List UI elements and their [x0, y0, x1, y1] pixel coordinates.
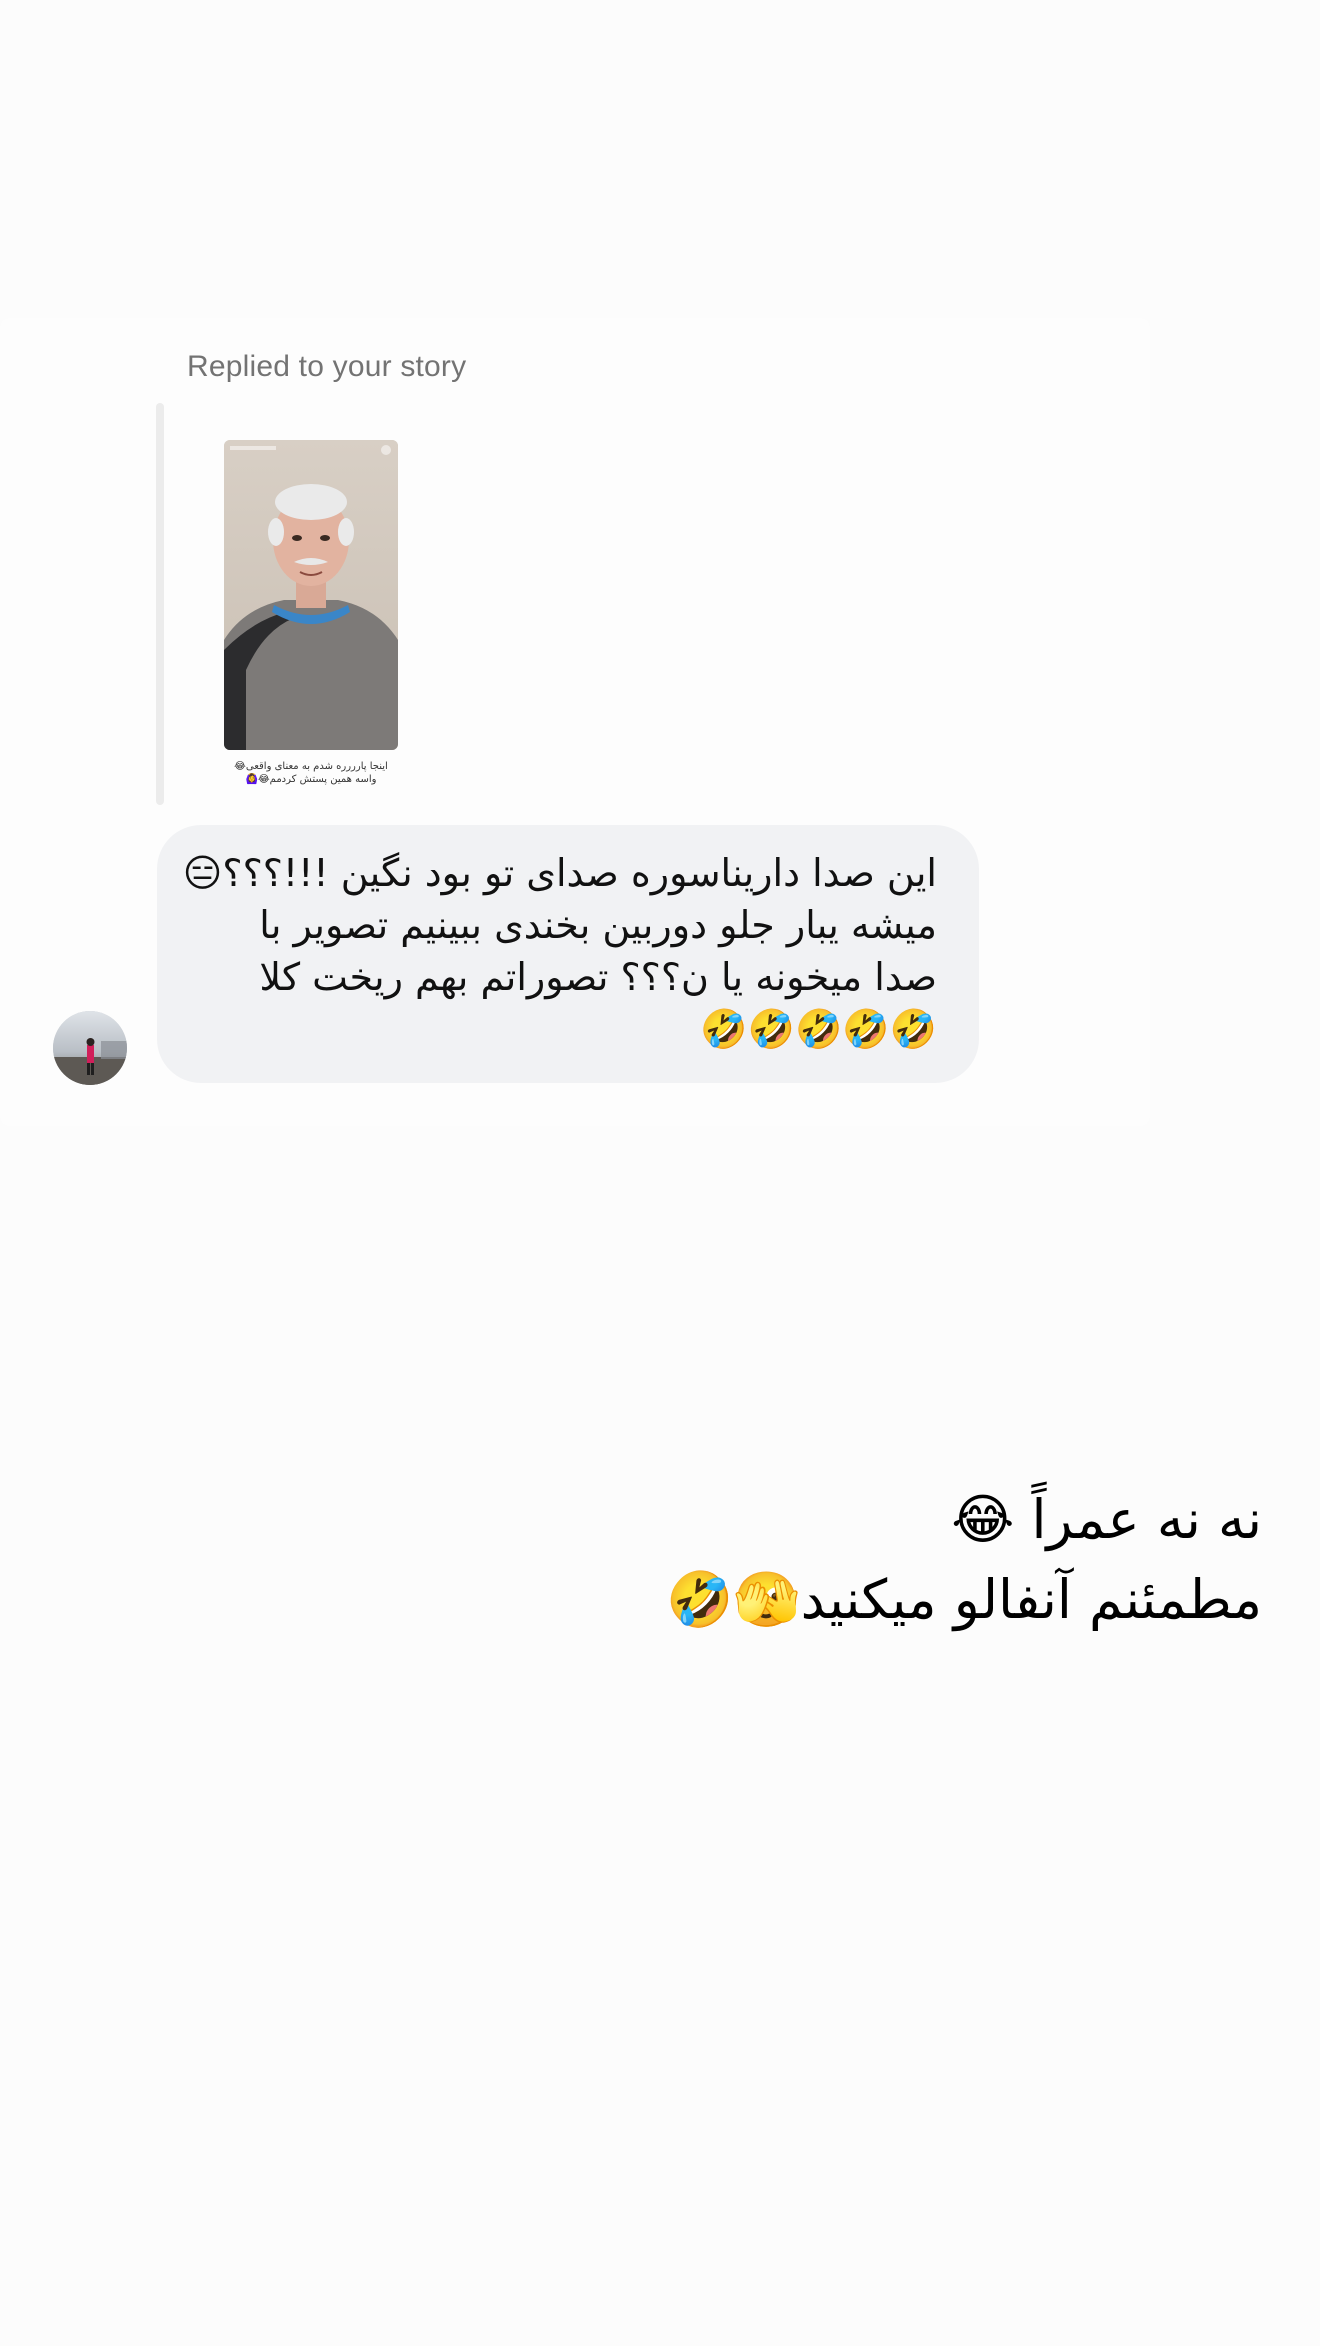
- reply-quote-bar: [156, 403, 164, 805]
- incoming-message-line-1: این صدا داریناسوره صدای تو بود نگین !!!؟…: [182, 851, 937, 895]
- replied-to-story-label: Replied to your story: [187, 350, 467, 383]
- dm-screen: Replied to your story اینجا پارررره شدم …: [0, 0, 1320, 2346]
- story-thumbnail[interactable]: [224, 440, 398, 750]
- story-photo-icon: [224, 440, 398, 750]
- incoming-message-line-3: صدا میخونه یا ن؟؟؟ تصوراتم بهم ریخت کلا: [259, 955, 937, 999]
- story-caption-line-2: واسه همین پستش کردمم😂🙆‍♀️: [245, 774, 377, 785]
- avatar-photo-icon: [53, 1011, 127, 1085]
- sender-avatar[interactable]: [53, 1011, 127, 1085]
- incoming-message-line-2: میشه یبار جلو دوربین بخندی ببینیم تصویر …: [259, 903, 937, 947]
- story-caption: اینجا پارررره شدم به معنای واقعی😂 واسه ه…: [220, 760, 402, 786]
- incoming-message-text: این صدا داریناسوره صدای تو بود نگین !!!؟…: [182, 847, 937, 1055]
- story-caption-line-1: اینجا پارررره شدم به معنای واقعی😂: [234, 761, 388, 772]
- incoming-message-line-4: 🤣🤣🤣🤣🤣: [700, 1007, 937, 1051]
- outgoing-message-line-1: نه نه عمراً 😂: [951, 1488, 1262, 1551]
- outgoing-message-text: نه نه عمراً 😂 مطمئنم آنفالو میکنید🫣🤣: [666, 1480, 1262, 1640]
- incoming-message-bubble[interactable]: این صدا داریناسوره صدای تو بود نگین !!!؟…: [157, 825, 979, 1083]
- outgoing-message-line-2: مطمئنم آنفالو میکنید🫣🤣: [666, 1568, 1262, 1631]
